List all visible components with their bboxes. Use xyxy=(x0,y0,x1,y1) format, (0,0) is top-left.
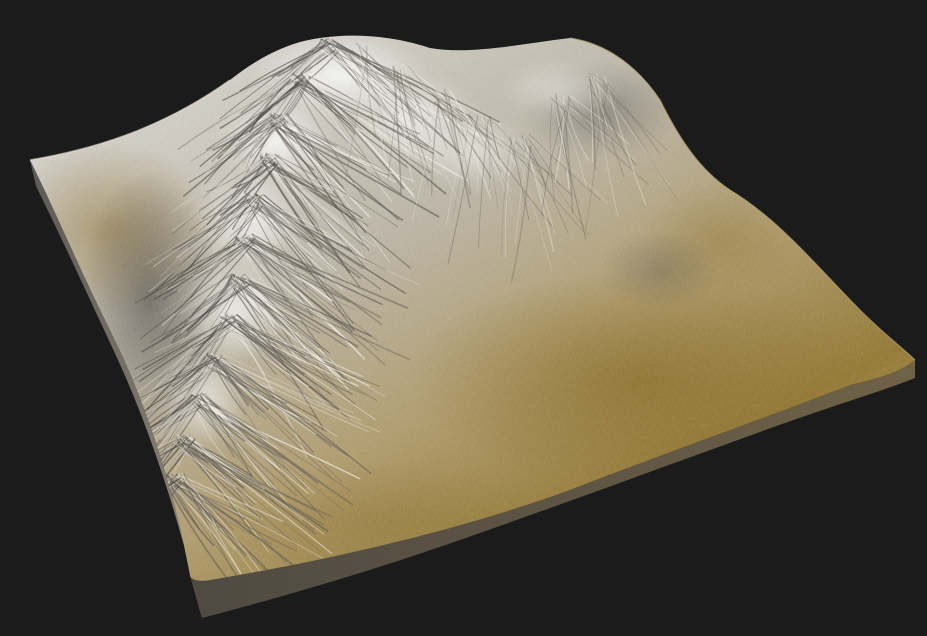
erosion-streak xyxy=(102,475,173,522)
erosion-streak xyxy=(128,480,174,534)
erosion-streak xyxy=(103,473,178,580)
erosion-streak xyxy=(80,484,184,557)
erosion-streak xyxy=(127,480,169,545)
erosion-streak xyxy=(81,476,173,534)
erosion-streak xyxy=(79,479,179,570)
terrain-relief xyxy=(30,35,915,581)
erosion-streak xyxy=(101,477,171,558)
erosion-streak xyxy=(80,480,170,571)
render-viewport xyxy=(0,0,927,636)
erosion-streak xyxy=(100,484,173,573)
erosion-streak xyxy=(129,481,170,504)
erosion-streak xyxy=(91,483,179,550)
erosion-streak xyxy=(79,475,173,574)
erosion-streak xyxy=(106,486,172,537)
terrain-render xyxy=(29,35,916,618)
erosion-streak xyxy=(88,481,180,544)
erosion-streak xyxy=(75,483,175,539)
